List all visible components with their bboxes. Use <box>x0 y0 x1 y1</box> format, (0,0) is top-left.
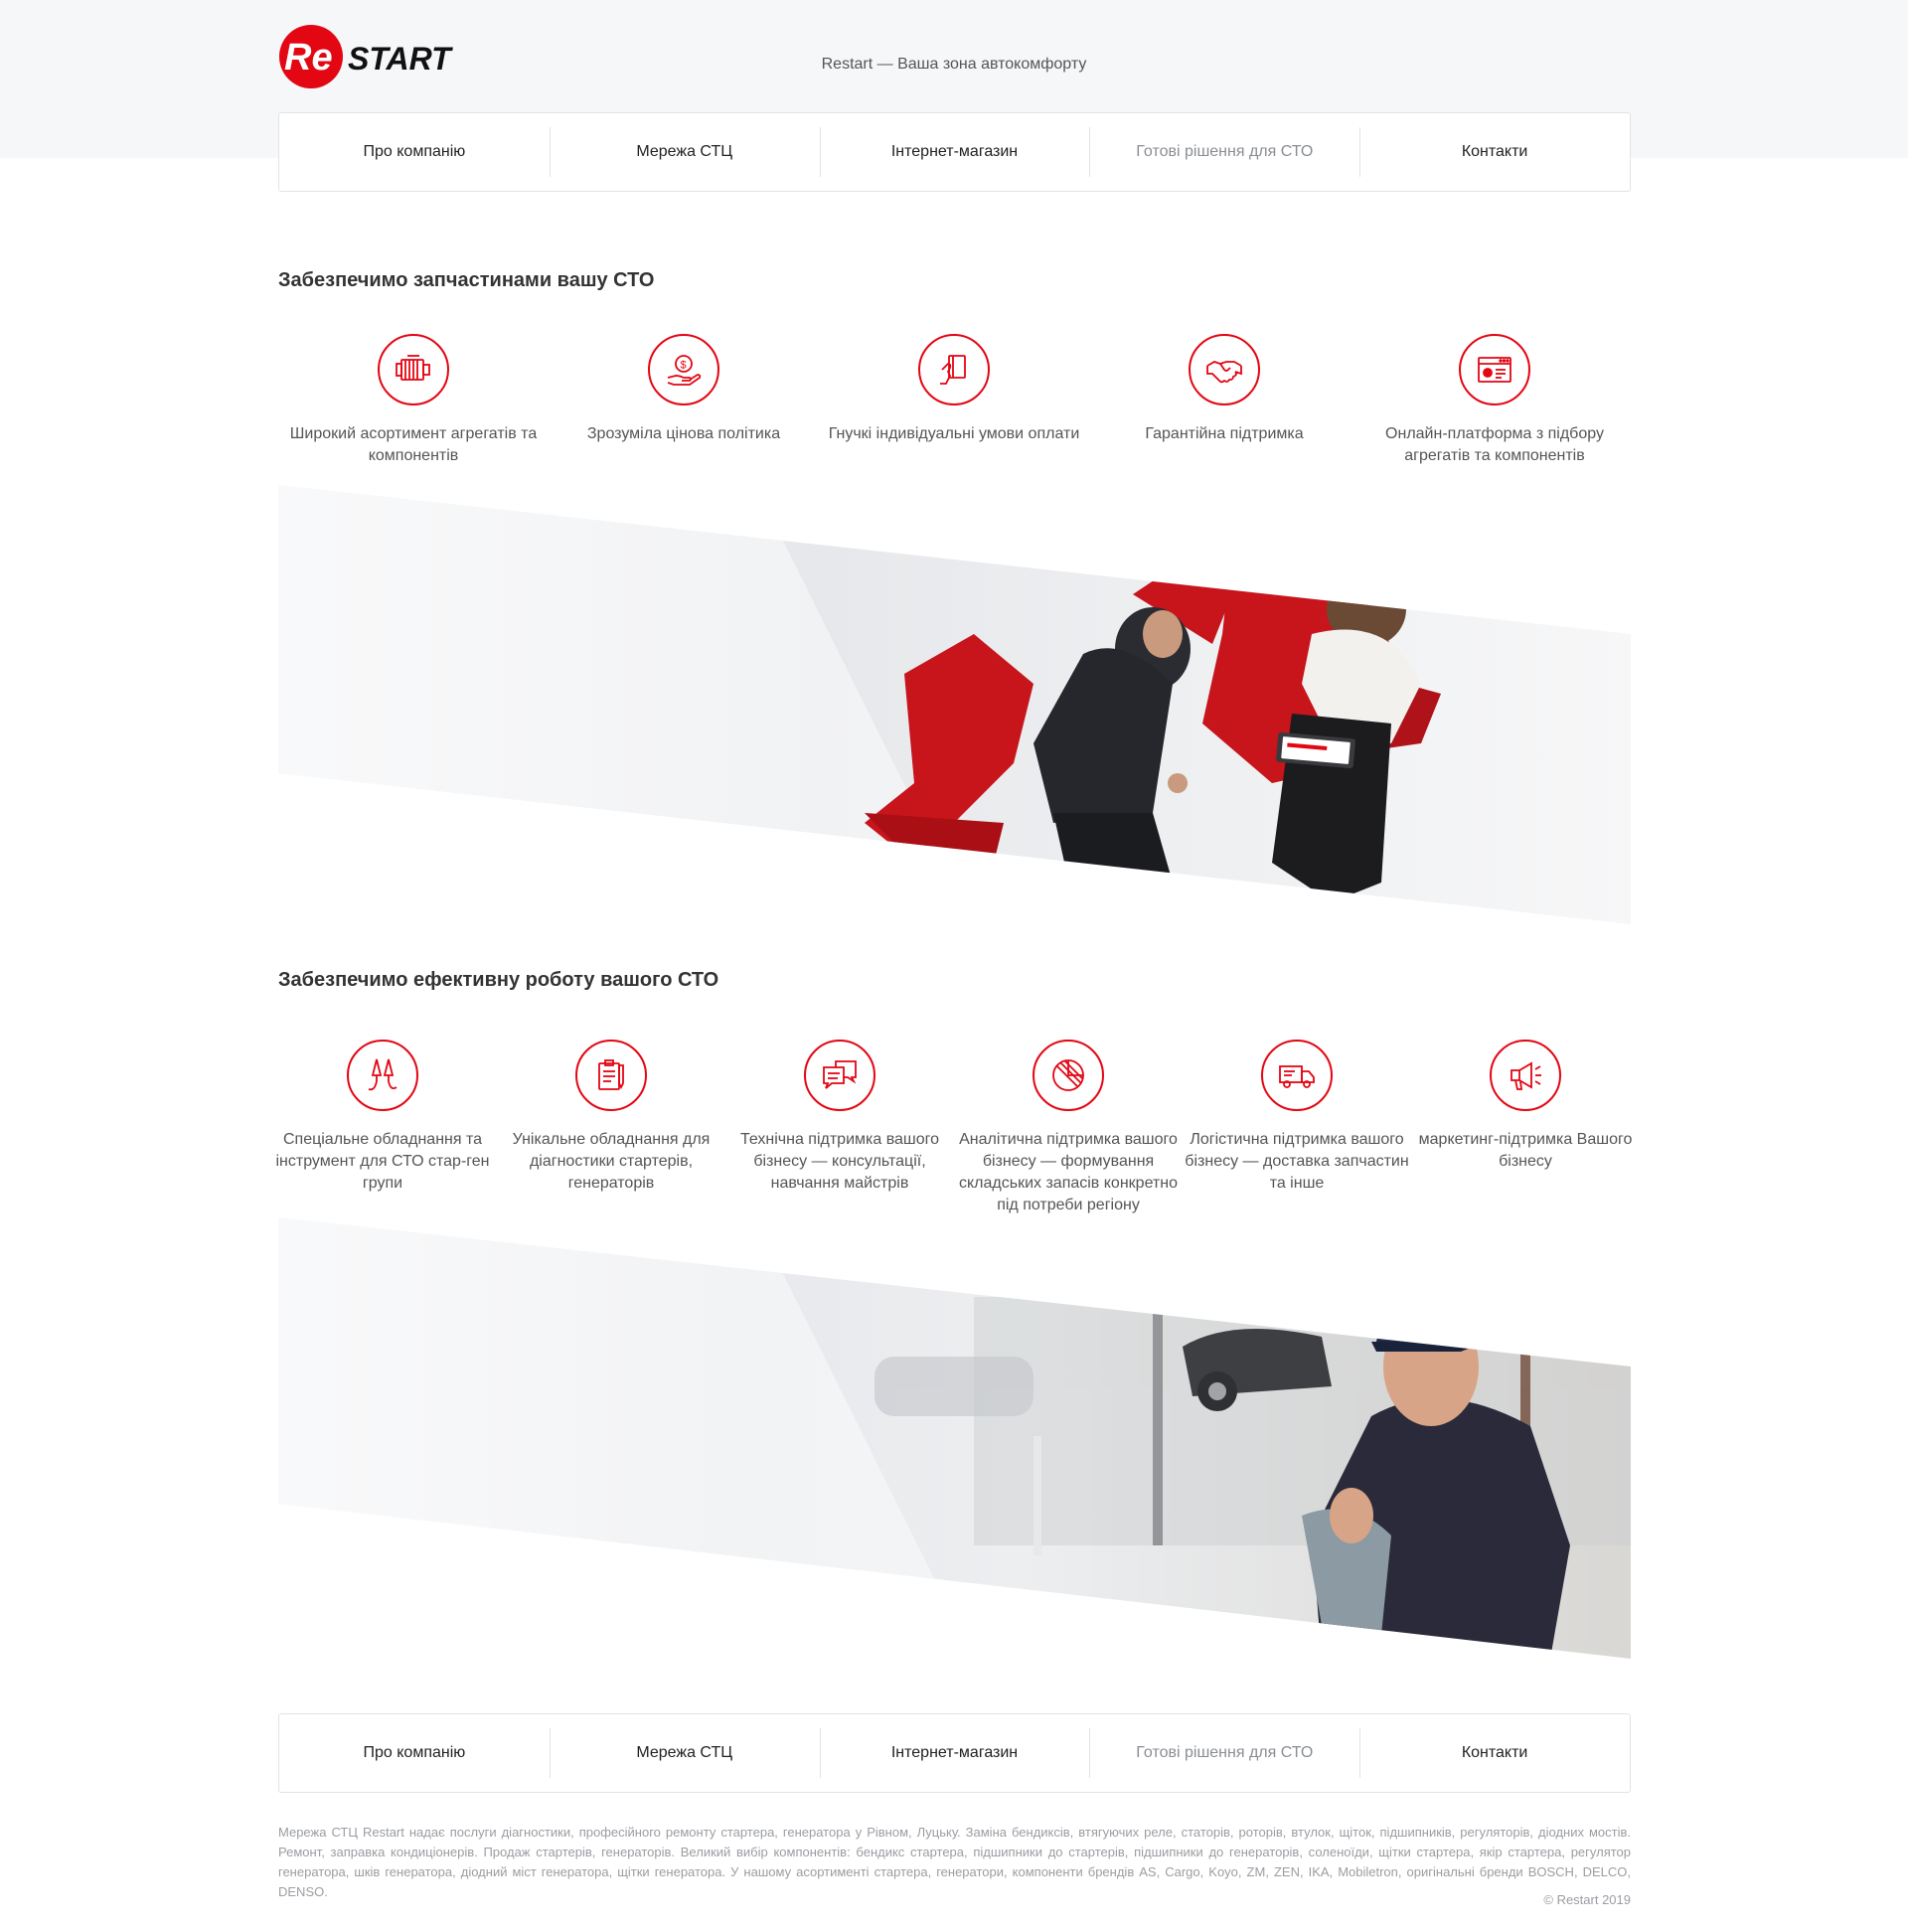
feature-payment: Гнучкі індивідуальні умови оплати <box>819 334 1089 467</box>
mechanic-banner-image <box>278 1217 1631 1659</box>
feature-analytics: Аналітична підтримка вашого бізнесу — фо… <box>954 1040 1183 1216</box>
nav-shop[interactable]: Інтернет-магазин <box>819 113 1090 191</box>
nav-contacts[interactable]: Контакти <box>1359 1714 1630 1792</box>
section2-title: Забезпечимо ефективну роботу вашого СТО <box>278 969 719 991</box>
meeting-banner-image <box>278 485 1631 924</box>
nav-network[interactable]: Мережа СТЦ <box>549 1714 820 1792</box>
top-nav: Про компанію Мережа СТЦ Інтернет-магазин… <box>278 112 1631 192</box>
megaphone-icon <box>1490 1040 1561 1111</box>
bottom-nav: Про компанію Мережа СТЦ Інтернет-магазин… <box>278 1713 1631 1793</box>
copyright: © Restart 2019 <box>1543 1892 1631 1907</box>
nav-solutions[interactable]: Готові рішення для СТО <box>1089 1714 1359 1792</box>
feature-text: Технічна підтримка вашого бізнесу — конс… <box>739 1131 940 1192</box>
card-hand-icon <box>918 334 990 405</box>
section1-title: Забезпечимо запчастинами вашу СТО <box>278 269 655 291</box>
clipboard-icon <box>575 1040 647 1111</box>
section1-features: Широкий асортимент агрегатів та компонен… <box>278 334 1631 467</box>
feature-text: Унікальне обладнання для діагностики ста… <box>512 1131 711 1192</box>
analytics-icon <box>1033 1040 1104 1111</box>
svg-text:$: $ <box>681 360 687 372</box>
chat-bubbles-icon <box>804 1040 875 1111</box>
feature-text: Аналітична підтримка вашого бізнесу — фо… <box>958 1131 1178 1213</box>
feature-text: маркетинг-підтримка Вашого бізнесу <box>1418 1131 1633 1170</box>
feature-text: Логістична підтримка вашого бізнесу — до… <box>1185 1131 1409 1192</box>
truck-icon <box>1261 1040 1333 1111</box>
svg-text:START: START <box>348 41 453 77</box>
nav-solutions[interactable]: Готові рішення для СТО <box>1089 113 1359 191</box>
feature-assortment: Широкий асортимент агрегатів та компонен… <box>278 334 549 467</box>
restart-logo[interactable]: Re START <box>278 24 463 89</box>
feature-text: Онлайн-платформа з підбору агрегатів та … <box>1385 425 1604 464</box>
nav-contacts[interactable]: Контакти <box>1359 113 1630 191</box>
handshake-icon <box>1189 334 1260 405</box>
tagline: Restart — Ваша зона автокомфорту <box>821 56 1087 73</box>
footer-description: Мережа СТЦ Restart надає послуги діагнос… <box>278 1825 1631 1899</box>
feature-text: Гнучкі індивідуальні умови оплати <box>828 425 1080 442</box>
engine-icon <box>378 334 449 405</box>
feature-tech-support: Технічна підтримка вашого бізнесу — конс… <box>725 1040 954 1216</box>
feature-text: Спеціальне обладнання та інструмент для … <box>275 1131 490 1192</box>
feature-warranty: Гарантійна підтримка <box>1089 334 1359 467</box>
feature-text: Гарантійна підтримка <box>1145 425 1304 442</box>
feature-pricing: $ Зрозуміла цінова політика <box>549 334 819 467</box>
nav-about[interactable]: Про компанію <box>279 113 550 191</box>
section2-features: Спеціальне обладнання та інструмент для … <box>268 1040 1640 1216</box>
jumper-cables-icon <box>347 1040 418 1111</box>
browser-window-icon <box>1459 334 1530 405</box>
svg-text:Re: Re <box>284 37 333 79</box>
feature-marketing: маркетинг-підтримка Вашого бізнесу <box>1411 1040 1640 1216</box>
nav-network[interactable]: Мережа СТЦ <box>549 113 820 191</box>
feature-online-platform: Онлайн-платформа з підбору агрегатів та … <box>1359 334 1630 467</box>
feature-equipment: Спеціальне обладнання та інструмент для … <box>268 1040 497 1216</box>
feature-text: Широкий асортимент агрегатів та компонен… <box>289 425 538 464</box>
nav-about[interactable]: Про компанію <box>279 1714 550 1792</box>
feature-text: Зрозуміла цінова політика <box>586 425 781 442</box>
money-hand-icon: $ <box>648 334 719 405</box>
feature-logistics: Логістична підтримка вашого бізнесу — до… <box>1183 1040 1411 1216</box>
nav-shop[interactable]: Інтернет-магазин <box>819 1714 1090 1792</box>
feature-diagnostics: Унікальне обладнання для діагностики ста… <box>497 1040 725 1216</box>
